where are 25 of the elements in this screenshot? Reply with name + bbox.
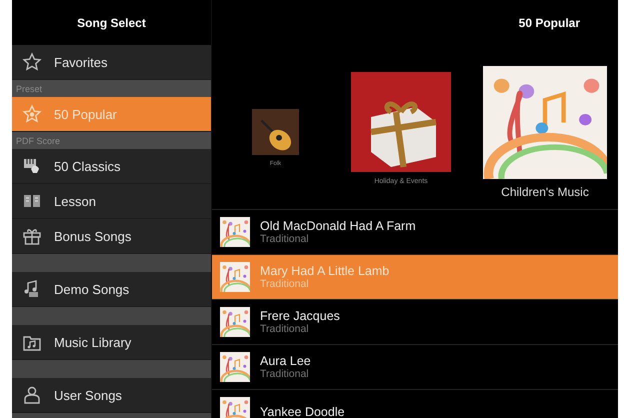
star-icon [22,52,42,72]
sidebar-item[interactable]: Bonus Songs [12,219,211,254]
sidebar-title: Song Select [12,0,211,45]
music-notes-drawing [220,307,250,337]
piano-hand-icon [22,156,42,176]
star-icon [22,104,42,124]
category-tile[interactable]: Children's Music [483,66,607,199]
music-notes-drawing [220,262,250,292]
sidebar-item[interactable]: Lesson [12,184,211,219]
person-icon [22,385,42,405]
music-notes-drawing [220,397,250,418]
sidebar-item[interactable]: User Songs [12,378,211,413]
music-notes-drawing [220,217,250,247]
sidebar-item[interactable]: Music Library [12,325,211,360]
sidebar-item[interactable]: Demo Songs [12,272,211,307]
music-notes-drawing [220,352,250,382]
section-header: PDF Score [12,132,211,149]
sidebar-item[interactable]: 50 Classics [12,149,211,184]
song-row[interactable]: Yankee Doodle [212,390,618,418]
song-row[interactable]: Frere Jacques Traditional [212,300,618,345]
guitar-drawing [252,109,299,155]
section-header: Preset [12,80,211,97]
sidebar-item[interactable]: Favorites [12,45,211,80]
song-row[interactable]: Aura Lee Traditional [212,345,618,390]
gift-icon [22,226,42,246]
